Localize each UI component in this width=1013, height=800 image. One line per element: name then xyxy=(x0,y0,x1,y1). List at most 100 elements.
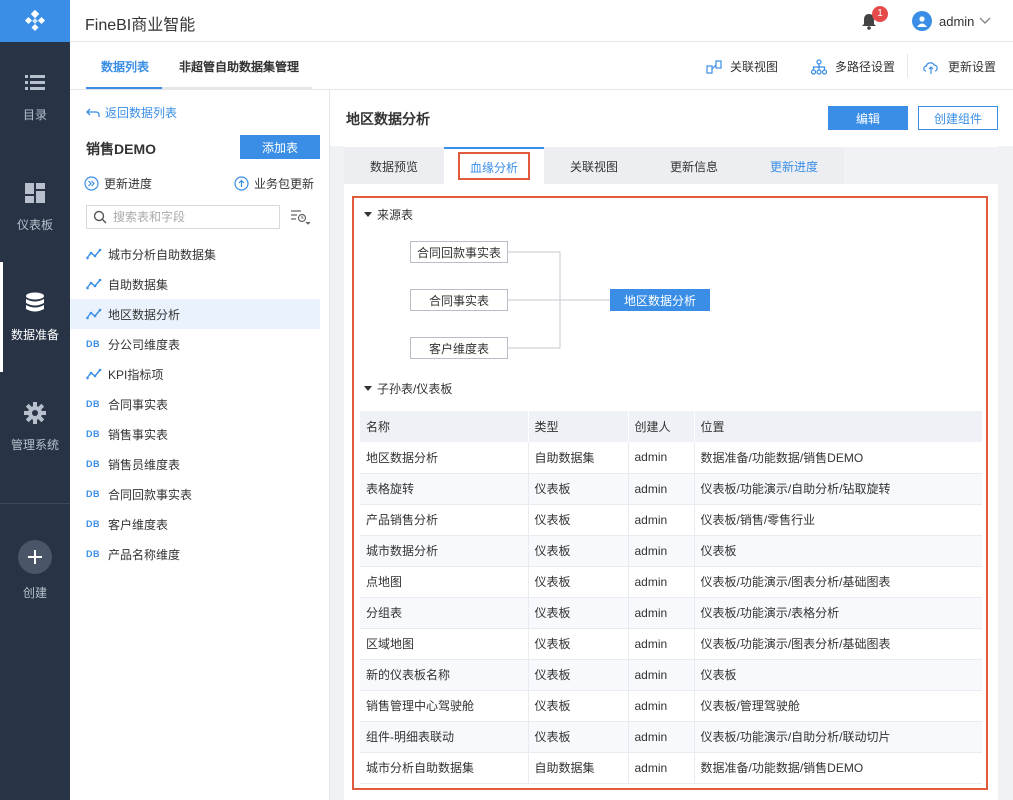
table-tree-item[interactable]: DB 合同回款事实表 xyxy=(70,479,320,509)
caret-down-icon xyxy=(364,386,372,391)
table-cell: 新的仪表板名称 xyxy=(360,659,529,691)
table-tree-item-label: 合同回款事实表 xyxy=(108,487,193,502)
update-settings-label: 更新设置 xyxy=(948,60,997,74)
table-row[interactable]: 销售管理中心驾驶舱 仪表板 admin 仪表板/管理驾驶舱 xyxy=(360,690,982,722)
self-dataset-icon xyxy=(86,278,102,290)
nav-catalog[interactable]: 目录 xyxy=(0,42,70,152)
table-row[interactable]: 表格旋转 仪表板 admin 仪表板/功能演示/自助分析/钻取旋转 xyxy=(360,473,982,505)
table-cell: 仪表板 xyxy=(528,473,629,505)
table-tree: 城市分析自助数据集 自助数据集 地区数据分析 DB 分公司维度表 KPI指标项 DB 合同事实… xyxy=(70,239,320,569)
db-tag: DB xyxy=(86,519,100,529)
tab-data-list[interactable]: 数据列表 xyxy=(101,58,149,75)
source-table-node[interactable]: 合同事实表 xyxy=(410,289,508,311)
package-update-button[interactable]: 业务包更新 xyxy=(234,175,314,192)
table-row[interactable]: 区域地图 仪表板 admin 仪表板/功能演示/图表分析/基础图表 xyxy=(360,628,982,660)
table-cell: 仪表板/销售/零售行业 xyxy=(694,504,982,536)
table-row[interactable]: 新的仪表板名称 仪表板 admin 仪表板 xyxy=(360,659,982,691)
table-cell: 组件-明细表联动 xyxy=(360,721,529,753)
nav-data-prep-label: 数据准备 xyxy=(10,327,59,342)
table-row[interactable]: 组件-明细表联动 仪表板 admin 仪表板/功能演示/自助分析/联动切片 xyxy=(360,721,982,753)
table-cell: 分组表 xyxy=(360,597,529,629)
username[interactable]: admin xyxy=(939,14,974,29)
table-row[interactable]: 分组表 仪表板 admin 仪表板/功能演示/表格分析 xyxy=(360,597,982,629)
table-row[interactable]: 城市数据分析 仪表板 admin 仪表板 xyxy=(360,535,982,567)
nav-dashboard-label: 仪表板 xyxy=(16,217,53,232)
tab-self-dataset-management[interactable]: 非超管自助数据集管理 xyxy=(179,58,299,75)
table-tree-item[interactable]: DB 产品名称维度 xyxy=(70,539,320,569)
update-progress-button[interactable]: 更新进度 xyxy=(84,175,152,192)
source-table-node[interactable]: 客户维度表 xyxy=(410,337,508,359)
table-row[interactable]: 城市分析自助数据集 自助数据集 admin 数据准备/功能数据/销售DEMO xyxy=(360,752,982,784)
update-progress-label: 更新进度 xyxy=(104,177,153,191)
table-cell: 仪表板 xyxy=(528,535,629,567)
table-cell: 仪表板 xyxy=(694,659,982,691)
table-tree-item-label: 合同事实表 xyxy=(108,397,169,412)
table-cell: 销售管理中心驾驶舱 xyxy=(360,690,529,722)
update-settings-button[interactable]: 更新设置 xyxy=(922,58,996,75)
table-tree-item-label: 分公司维度表 xyxy=(108,337,181,352)
table-tree-item-label: 自助数据集 xyxy=(108,277,169,292)
table-cell: 自助数据集 xyxy=(528,442,629,474)
multipath-settings-button[interactable]: 多路径设置 xyxy=(811,58,895,75)
source-table-node[interactable]: 合同回款事实表 xyxy=(410,241,508,263)
table-cell: 仪表板 xyxy=(528,690,629,722)
table-cell: 仪表板/功能演示/图表分析/基础图表 xyxy=(694,628,982,660)
subtab-underline xyxy=(86,87,312,89)
table-tree-item[interactable]: 城市分析自助数据集 xyxy=(70,239,320,269)
multipath-settings-label: 多路径设置 xyxy=(835,60,896,74)
filter-icon[interactable] xyxy=(290,208,310,226)
finebi-logo[interactable] xyxy=(0,0,70,42)
table-row[interactable]: 地区数据分析 自助数据集 admin 数据准备/功能数据/销售DEMO xyxy=(360,442,982,474)
nav-dashboard[interactable]: 仪表板 xyxy=(0,152,70,262)
table-tree-item-label: 地区数据分析 xyxy=(108,307,181,322)
db-table-icon: DB xyxy=(86,519,102,529)
table-cell: 仪表板/功能演示/图表分析/基础图表 xyxy=(694,566,982,598)
table-cell: 地区数据分析 xyxy=(360,442,529,474)
db-tag: DB xyxy=(86,549,100,559)
table-tree-item[interactable]: DB 分公司维度表 xyxy=(70,329,320,359)
left-nav: 目录 仪表板 数据准备 管理系统 创建 xyxy=(0,0,70,800)
notification-badge: 1 xyxy=(872,6,888,22)
self-dataset-icon xyxy=(86,248,102,260)
nav-data-prep[interactable]: 数据准备 xyxy=(0,262,70,372)
table-cell: 数据准备/功能数据/销售DEMO xyxy=(694,442,982,474)
table-cell: 表格旋转 xyxy=(360,473,529,505)
table-tree-item-label: 城市分析自助数据集 xyxy=(108,247,217,262)
nav-create[interactable]: 创建 xyxy=(0,520,70,620)
relation-view-label: 关联视图 xyxy=(730,60,779,74)
database-icon xyxy=(24,292,46,314)
chevron-down-icon[interactable] xyxy=(978,13,992,27)
table-cell: admin xyxy=(628,473,695,505)
column-header: 创建人 xyxy=(628,411,695,442)
table-cell: 自助数据集 xyxy=(528,752,629,784)
table-tree-item-label: 销售员维度表 xyxy=(108,457,181,472)
table-cell: 仪表板/功能演示/自助分析/钻取旋转 xyxy=(694,473,982,505)
table-tree-item[interactable]: KPI指标项 xyxy=(70,359,320,389)
table-cell: admin xyxy=(628,690,695,722)
table-tree-item[interactable]: DB 客户维度表 xyxy=(70,509,320,539)
table-cell: 仪表板 xyxy=(528,659,629,691)
table-row[interactable]: 产品销售分析 仪表板 admin 仪表板/销售/零售行业 xyxy=(360,504,982,536)
table-tree-item-label: 销售事实表 xyxy=(108,427,169,442)
avatar[interactable] xyxy=(912,11,932,31)
relation-view-button[interactable]: 关联视图 xyxy=(706,58,778,75)
target-table-node[interactable]: 地区数据分析 xyxy=(610,289,710,311)
add-table-button[interactable]: 添加表 xyxy=(240,135,320,159)
children-section-title[interactable]: 子孙表/仪表板 xyxy=(364,380,452,397)
table-cell: admin xyxy=(628,442,695,474)
nav-admin[interactable]: 管理系统 xyxy=(0,372,70,482)
multipath-icon xyxy=(811,58,827,75)
table-cell: 区域地图 xyxy=(360,628,529,660)
search-input[interactable] xyxy=(113,210,263,224)
table-tree-item[interactable]: DB 销售事实表 xyxy=(70,419,320,449)
table-tree-item[interactable]: 地区数据分析 xyxy=(70,299,320,329)
search-icon xyxy=(93,210,107,224)
table-row[interactable]: 点地图 仪表板 admin 仪表板/功能演示/图表分析/基础图表 xyxy=(360,566,982,598)
back-arrow-icon xyxy=(86,108,100,117)
table-tree-item[interactable]: 自助数据集 xyxy=(70,269,320,299)
user-icon xyxy=(917,16,927,27)
table-tree-item[interactable]: DB 销售员维度表 xyxy=(70,449,320,479)
nav-divider xyxy=(0,503,70,504)
back-to-list-link[interactable]: 返回数据列表 xyxy=(86,104,177,121)
table-tree-item[interactable]: DB 合同事实表 xyxy=(70,389,320,419)
